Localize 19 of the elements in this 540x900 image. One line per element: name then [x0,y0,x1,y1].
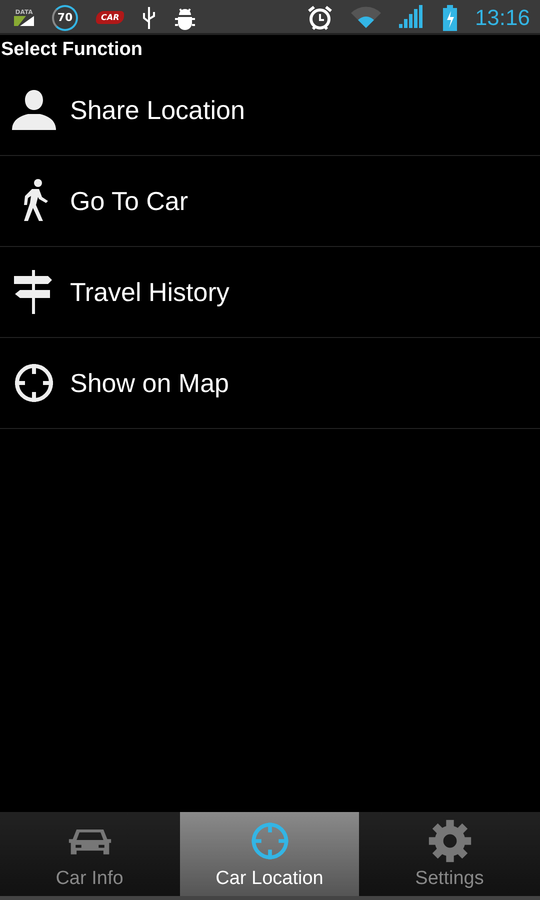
alarm-clock-icon [306,4,333,30]
gear-icon [426,818,472,864]
tab[interactable]: Car Info [0,812,179,896]
tab[interactable]: Car Location [180,812,359,896]
data-signal-icon [14,16,34,26]
function-item[interactable]: Share Location [0,65,540,156]
app-logo: CAR [96,11,124,24]
speed-badge: 70 [52,4,78,30]
wifi-icon [350,6,381,30]
cell-signal-icon [398,4,425,30]
tab[interactable]: Settings [360,812,539,896]
function-item[interactable]: Show on Map [0,338,540,429]
battery-icon [442,4,457,30]
usb-icon [142,6,156,30]
clock-time: 13:16 [474,4,530,30]
bug-icon [174,6,196,30]
function-item[interactable]: Go To Car [0,156,540,247]
screen-title: Select Function [0,38,144,62]
function-item[interactable]: Travel History [0,247,540,338]
